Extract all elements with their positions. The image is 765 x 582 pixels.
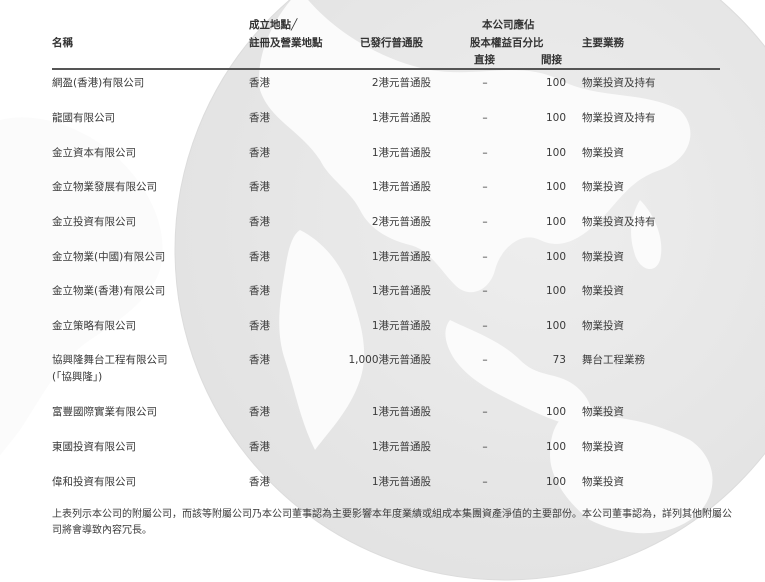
direct-interest: – [482,216,488,228]
principal-activity: 物業投資及持有 [582,77,656,89]
principal-activity: 物業投資 [582,285,624,297]
issued-shares: 2港元普通股 [371,216,431,228]
principal-activity: 舞台工程業務 [582,354,645,366]
company-name: 金立資本有限公司 [52,147,136,159]
principal-activity: 物業投資 [582,441,624,453]
issued-shares: 1港元普通股 [371,476,431,488]
table-row: 金立策略有限公司 香港 1港元普通股 – 100 物業投資 [0,319,765,349]
table-row: 協興隆舞台工程有限公司 (「協興隆」) 香港 1,000港元普通股 – 73 舞… [0,353,765,393]
direct-interest: – [482,147,488,159]
table-row: 東國投資有限公司 香港 1港元普通股 – 100 物業投資 [0,440,765,470]
table-row: 金立物業(香港)有限公司 香港 1港元普通股 – 100 物業投資 [0,284,765,314]
company-name: 金立物業發展有限公司 [52,181,157,193]
header-interest-line2: 股本權益百分比 [470,37,544,49]
company-name: 金立物業(香港)有限公司 [52,285,166,297]
direct-interest: – [482,77,488,89]
indirect-interest: 100 [545,181,566,193]
table-row: 金立物業(中國)有限公司 香港 1港元普通股 – 100 物業投資 [0,250,765,280]
direct-interest: – [482,285,488,297]
place-of-incorporation: 香港 [249,320,270,332]
table-row: 金立資本有限公司 香港 1港元普通股 – 100 物業投資 [0,146,765,176]
direct-interest: – [482,476,488,488]
issued-shares: 1港元普通股 [371,285,431,297]
company-name-alias: (「協興隆」) [52,371,103,383]
direct-interest: – [482,181,488,193]
indirect-interest: 100 [545,77,566,89]
indirect-interest: 100 [545,406,566,418]
table-row: 龍國有限公司 香港 1港元普通股 – 100 物業投資及持有 [0,111,765,141]
header-name: 名稱 [52,37,73,49]
issued-shares: 1港元普通股 [371,112,431,124]
header-indirect: 間接 [541,54,562,66]
place-of-incorporation: 香港 [249,476,270,488]
company-name: 東國投資有限公司 [52,441,136,453]
place-of-incorporation: 香港 [249,77,270,89]
indirect-interest: 100 [545,251,566,263]
header-divider [52,68,720,70]
header-direct: 直接 [474,54,495,66]
issued-shares: 1港元普通股 [371,406,431,418]
header-interest-line1: 本公司應佔 [482,19,535,31]
principal-activity: 物業投資及持有 [582,216,656,228]
company-name: 金立策略有限公司 [52,320,136,332]
principal-activity: 物業投資 [582,406,624,418]
direct-interest: – [482,406,488,418]
company-name: 龍國有限公司 [52,112,115,124]
company-name: 金立物業(中國)有限公司 [52,251,166,263]
principal-activity: 物業投資 [582,251,624,263]
company-name: 網盈(香港)有限公司 [52,77,145,89]
direct-interest: – [482,112,488,124]
indirect-interest: 100 [545,285,566,297]
issued-shares: 1港元普通股 [371,441,431,453]
principal-activity: 物業投資及持有 [582,112,656,124]
place-of-incorporation: 香港 [249,406,270,418]
indirect-interest: 100 [545,216,566,228]
table-row: 金立投資有限公司 香港 2港元普通股 – 100 物業投資及持有 [0,215,765,245]
place-of-incorporation: 香港 [249,112,270,124]
indirect-interest: 100 [545,441,566,453]
direct-interest: – [482,320,488,332]
company-name: 偉和投資有限公司 [52,476,136,488]
table-row: 金立物業發展有限公司 香港 1港元普通股 – 100 物業投資 [0,180,765,210]
issued-shares: 1港元普通股 [371,181,431,193]
issued-shares: 1港元普通股 [371,147,431,159]
header-business: 主要業務 [582,37,624,49]
footnote: 上表列示本公司的附屬公司，而該等附屬公司乃本公司董事認為主要影響本年度業績或組成… [52,509,732,536]
issued-shares: 1,000港元普通股 [348,354,431,366]
place-of-incorporation: 香港 [249,181,270,193]
place-of-incorporation: 香港 [249,354,270,366]
principal-activity: 物業投資 [582,181,624,193]
issued-shares: 1港元普通股 [371,320,431,332]
place-of-incorporation: 香港 [249,285,270,297]
indirect-interest: 100 [545,320,566,332]
header-place-line2: 註冊及營業地點 [249,37,323,49]
company-name: 富豐國際實業有限公司 [52,406,157,418]
company-name: 協興隆舞台工程有限公司 [52,354,168,366]
company-name: 金立投資有限公司 [52,216,136,228]
indirect-interest: 73 [552,354,566,366]
indirect-interest: 100 [545,476,566,488]
place-of-incorporation: 香港 [249,147,270,159]
indirect-interest: 100 [545,147,566,159]
direct-interest: – [482,354,488,366]
table-row: 富豐國際實業有限公司 香港 1港元普通股 – 100 物業投資 [0,405,765,435]
table-row: 偉和投資有限公司 香港 1港元普通股 – 100 物業投資 [0,475,765,505]
place-of-incorporation: 香港 [249,216,270,228]
indirect-interest: 100 [545,112,566,124]
principal-activity: 物業投資 [582,320,624,332]
direct-interest: – [482,251,488,263]
place-of-incorporation: 香港 [249,441,270,453]
header-place-line1: 成立地點╱ [249,19,298,31]
issued-shares: 2港元普通股 [371,77,431,89]
header-shares: 已發行普通股 [360,37,423,49]
principal-activity: 物業投資 [582,147,624,159]
table-row: 網盈(香港)有限公司 香港 2港元普通股 – 100 物業投資及持有 [0,76,765,106]
principal-activity: 物業投資 [582,476,624,488]
direct-interest: – [482,441,488,453]
issued-shares: 1港元普通股 [371,251,431,263]
place-of-incorporation: 香港 [249,251,270,263]
